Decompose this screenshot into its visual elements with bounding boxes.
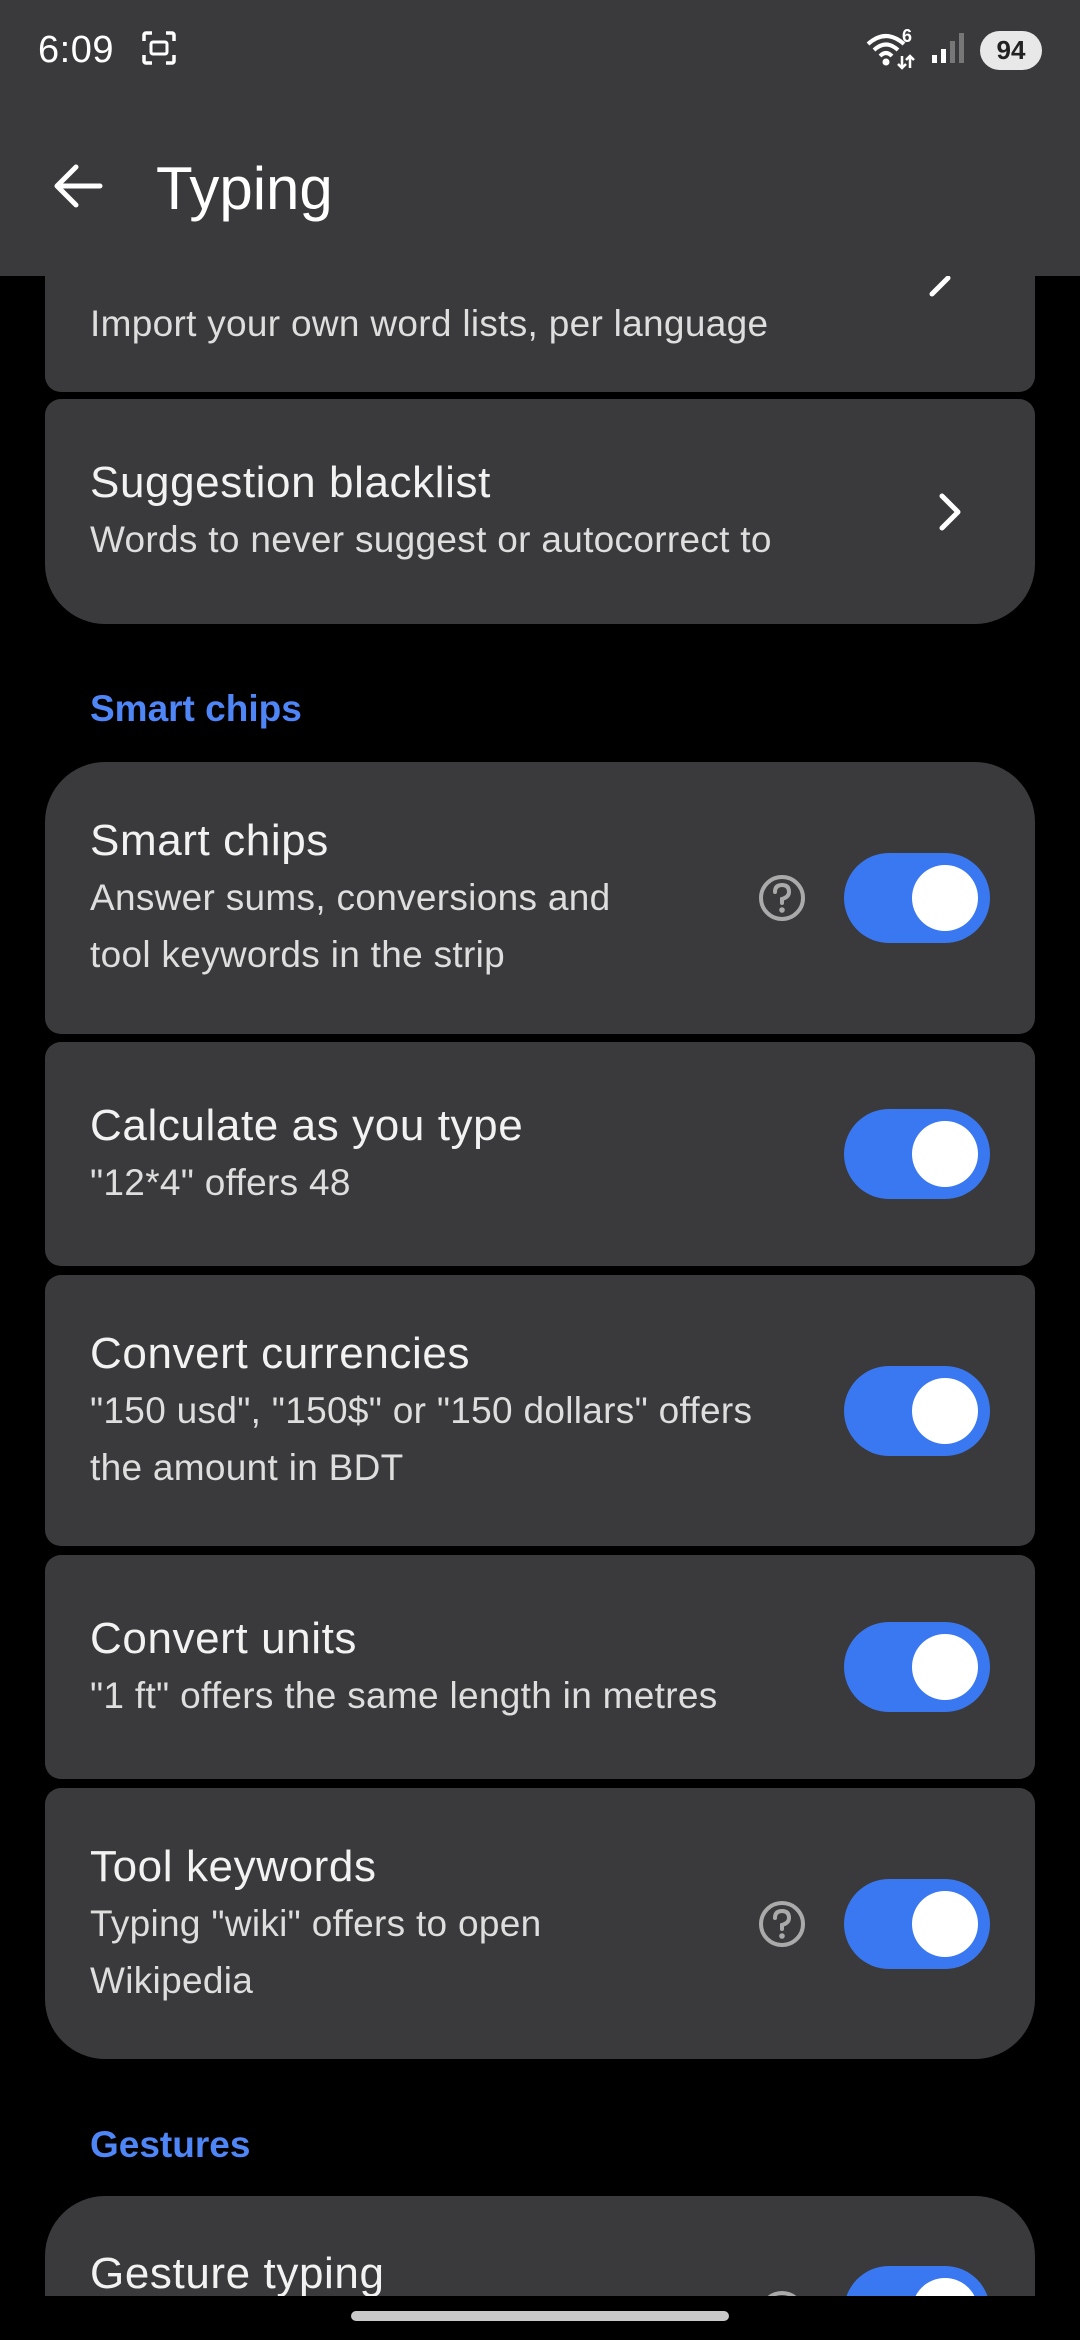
chevron-right-icon bbox=[910, 276, 970, 316]
settings-list[interactable]: Import your own word lists, per language… bbox=[0, 276, 1080, 2296]
card-text: Convert units "1 ft" offers the same len… bbox=[90, 1611, 844, 1724]
toggle-thumb bbox=[912, 1377, 978, 1444]
status-right: 6 94 bbox=[864, 26, 1042, 70]
tool-keywords-title: Tool keywords bbox=[90, 1841, 377, 1891]
calculate-subtitle: "12*4" offers 48 bbox=[90, 1161, 351, 1203]
section-header-gestures: Gestures bbox=[90, 2124, 251, 2165]
currencies-subtitle-line2: the amount in BDT bbox=[90, 1446, 404, 1488]
status-bar: 6:09 6 94 bbox=[0, 0, 1080, 100]
signal-icon bbox=[930, 31, 966, 70]
section-header-smart-chips: Smart chips bbox=[90, 688, 302, 729]
chevron-right-icon bbox=[920, 482, 980, 542]
arrow-left-icon bbox=[52, 163, 104, 214]
toggle-thumb bbox=[912, 1121, 978, 1187]
smart-chips-subtitle-line1: Answer sums, conversions and bbox=[90, 877, 611, 918]
smart-chips-setting[interactable]: Smart chips Answer sums, conversions and… bbox=[45, 762, 1035, 1034]
help-circle-icon[interactable] bbox=[754, 870, 810, 926]
screen: 6:09 6 94 Typing Import your own word li… bbox=[0, 0, 1080, 2340]
toggle-thumb bbox=[912, 1634, 978, 1700]
convert-units-setting[interactable]: Convert units "1 ft" offers the same len… bbox=[45, 1555, 1035, 1779]
back-button[interactable] bbox=[38, 148, 118, 228]
card-text: Convert currencies "150 usd", "150$" or … bbox=[90, 1326, 844, 1496]
smart-chips-subtitle-line2: tool keywords in the strip bbox=[90, 934, 505, 975]
calculate-toggle[interactable] bbox=[844, 1109, 990, 1199]
tool-keywords-subtitle-line1: Typing "wiki" offers to open bbox=[90, 1902, 542, 1944]
convert-currencies-setting[interactable]: Convert currencies "150 usd", "150$" or … bbox=[45, 1275, 1035, 1546]
calculate-title: Calculate as you type bbox=[90, 1100, 524, 1150]
suggestion-blacklist-item[interactable]: Suggestion blacklist Words to never sugg… bbox=[45, 399, 1035, 624]
suggestion-blacklist-title: Suggestion blacklist bbox=[90, 458, 491, 507]
gesture-typing-title: Gesture typing bbox=[90, 2249, 385, 2296]
wifi-icon: 6 bbox=[864, 26, 916, 70]
tool-keywords-toggle[interactable] bbox=[844, 1878, 990, 1969]
units-subtitle: "1 ft" offers the same length in metres bbox=[90, 1674, 718, 1716]
gesture-typing-setting[interactable]: Gesture typing bbox=[45, 2196, 1035, 2296]
calculate-as-you-type-setting[interactable]: Calculate as you type "12*4" offers 48 bbox=[45, 1042, 1035, 1266]
page-title: Typing bbox=[156, 154, 333, 222]
import-word-lists-item[interactable]: Import your own word lists, per language bbox=[45, 276, 1035, 392]
card-text: Gesture typing bbox=[90, 2246, 754, 2296]
smart-chips-title: Smart chips bbox=[90, 816, 329, 865]
toggle-thumb bbox=[912, 865, 978, 931]
help-circle-icon[interactable] bbox=[754, 2286, 810, 2296]
smart-chips-toggle[interactable] bbox=[844, 853, 990, 943]
suggestion-blacklist-subtitle: Words to never suggest or autocorrect to bbox=[90, 519, 772, 560]
card-text: Tool keywords Typing "wiki" offers to op… bbox=[90, 1839, 754, 2009]
toggle-thumb bbox=[912, 2278, 978, 2296]
toggle-thumb bbox=[912, 1890, 978, 1957]
units-title: Convert units bbox=[90, 1613, 358, 1663]
card-text: Smart chips Answer sums, conversions and… bbox=[90, 813, 754, 983]
currencies-toggle[interactable] bbox=[844, 1365, 990, 1456]
currencies-title: Convert currencies bbox=[90, 1328, 471, 1378]
help-circle-icon[interactable] bbox=[754, 1896, 810, 1952]
card-text: Suggestion blacklist Words to never sugg… bbox=[90, 455, 920, 568]
wifi-badge: 6 bbox=[901, 26, 912, 46]
card-text: Calculate as you type "12*4" offers 48 bbox=[90, 1098, 844, 1211]
tool-keywords-setting[interactable]: Tool keywords Typing "wiki" offers to op… bbox=[45, 1788, 1035, 2059]
import-word-lists-subtitle: Import your own word lists, per language bbox=[90, 303, 769, 344]
tool-keywords-subtitle-line2: Wikipedia bbox=[90, 1959, 254, 2001]
home-indicator[interactable] bbox=[351, 2311, 729, 2321]
status-left: 6:09 bbox=[38, 29, 178, 72]
card-text: Import your own word lists, per language bbox=[90, 295, 990, 352]
battery-indicator: 94 bbox=[980, 30, 1042, 70]
currencies-subtitle-line1: "150 usd", "150$" or "150 dollars" offer… bbox=[90, 1389, 753, 1431]
gesture-typing-toggle[interactable] bbox=[844, 2266, 990, 2296]
app-bar: Typing bbox=[0, 100, 1080, 276]
units-toggle[interactable] bbox=[844, 1622, 990, 1712]
status-time: 6:09 bbox=[38, 28, 114, 71]
screenshot-icon bbox=[140, 29, 178, 72]
